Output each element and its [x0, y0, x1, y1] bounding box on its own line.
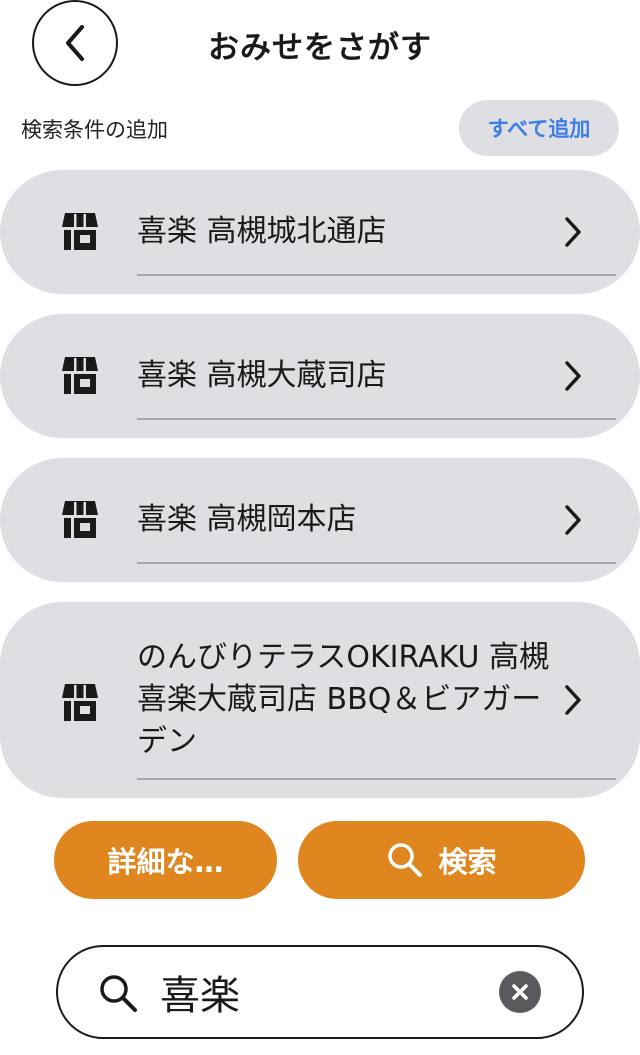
- result-item-name: のんびりテラスOKIRAKU 高槻喜楽大蔵司店 BBQ＆ビアガーデン: [137, 640, 550, 759]
- result-item[interactable]: のんびりテラスOKIRAKU 高槻喜楽大蔵司店 BBQ＆ビアガーデン: [0, 602, 640, 798]
- result-item[interactable]: 喜楽 高槻城北通店: [0, 170, 640, 294]
- add-all-button[interactable]: すべて追加: [459, 100, 619, 156]
- result-item[interactable]: 喜楽 高槻岡本店: [0, 458, 640, 582]
- divider: [137, 778, 616, 780]
- search-button[interactable]: 検索: [298, 821, 585, 899]
- divider: [137, 274, 616, 276]
- divider: [137, 562, 616, 564]
- details-button-label: 詳細な…: [107, 845, 224, 879]
- search-conditions-label: 検索条件の追加: [21, 118, 168, 142]
- store-icon: [62, 213, 98, 250]
- store-icon: [62, 684, 98, 721]
- chevron-right-icon: [565, 685, 581, 715]
- divider: [137, 418, 616, 420]
- store-icon: [62, 357, 98, 394]
- result-item-name: 喜楽 高槻大蔵司店: [137, 358, 387, 393]
- search-input[interactable]: [160, 964, 480, 1020]
- details-button[interactable]: 詳細な…: [54, 821, 277, 899]
- chevron-right-icon: [565, 217, 581, 247]
- clear-icon: [512, 984, 528, 1000]
- result-item-name: 喜楽 高槻城北通店: [137, 214, 387, 249]
- store-icon: [62, 501, 98, 538]
- search-button-label: 検索: [438, 845, 497, 879]
- search-icon: [100, 975, 137, 1012]
- clear-search-button[interactable]: [499, 971, 541, 1013]
- search-bar: [56, 945, 584, 1039]
- chevron-right-icon: [565, 505, 581, 535]
- result-item-name: 喜楽 高槻岡本店: [137, 502, 357, 537]
- chevron-right-icon: [565, 361, 581, 391]
- result-item[interactable]: 喜楽 高槻大蔵司店: [0, 314, 640, 438]
- page-title: おみせをさがす: [208, 30, 432, 66]
- search-icon: [388, 843, 423, 877]
